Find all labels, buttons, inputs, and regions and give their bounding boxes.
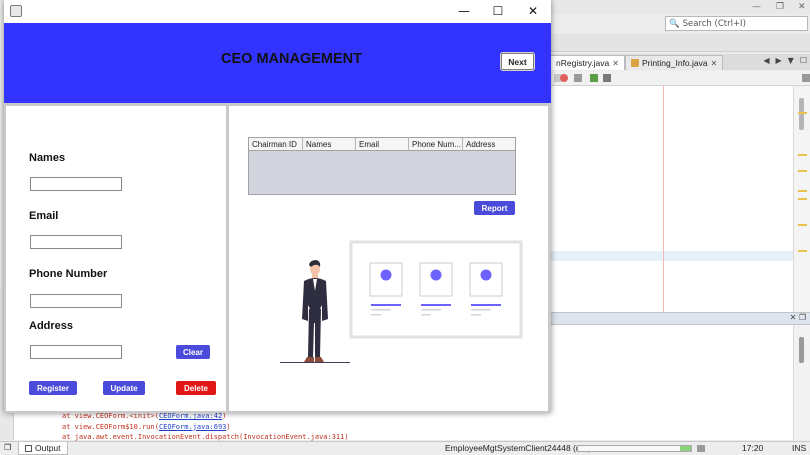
ide-search-field[interactable]: 🔍 Search (Ctrl+I) — [665, 16, 808, 31]
scroll-marker[interactable] — [798, 250, 807, 252]
names-input[interactable] — [30, 177, 122, 191]
scroll-marker[interactable] — [798, 190, 807, 192]
close-output-icon[interactable]: ✕ — [790, 313, 797, 322]
email-input[interactable] — [30, 235, 122, 249]
address-label: Address — [29, 320, 74, 332]
names-label: Names — [29, 152, 66, 164]
close-icon[interactable]: ✕ — [523, 3, 543, 19]
window-title-bar: — ☐ ✕ — [4, 0, 551, 23]
stop-run-icon[interactable] — [697, 445, 705, 452]
status-bar: ❐ Output EmployeeMgtSystemClient24448 (r… — [0, 441, 810, 455]
java-file-icon — [630, 59, 639, 67]
search-icon: 🔍 — [669, 18, 680, 29]
tab-navigation: ◀ ▶ ▼ ☐ — [763, 56, 807, 65]
ide-menu-strip — [550, 34, 810, 52]
content-area: Names Email Phone Number Address Clear R… — [4, 103, 551, 413]
output-panel-controls: ✕ ❐ — [790, 313, 806, 322]
column-header-chairman-id[interactable]: Chairman ID — [249, 138, 303, 151]
maximize-icon[interactable]: ☐ — [488, 3, 508, 19]
scroll-marker[interactable] — [798, 198, 807, 200]
presentation-illustration — [280, 240, 523, 363]
clear-button[interactable]: Clear — [176, 345, 210, 359]
page-title: CEO MANAGEMENT — [221, 51, 362, 67]
output-scrollbar[interactable] — [793, 325, 810, 440]
close-tab-icon[interactable]: ✕ — [612, 59, 619, 68]
address-input[interactable] — [30, 345, 122, 359]
report-button[interactable]: Report — [474, 201, 515, 215]
toolbar-square-icon[interactable] — [574, 74, 582, 82]
ide-close-icon[interactable]: ✕ — [798, 2, 806, 12]
scroll-marker[interactable] — [798, 154, 807, 156]
editor-scrollbar[interactable] — [793, 86, 810, 312]
column-header-address[interactable]: Address — [463, 138, 515, 151]
tab-maximize-icon[interactable]: ☐ — [800, 56, 807, 65]
java-app-icon — [10, 5, 22, 17]
tab-label: Printing_Info.java — [641, 58, 708, 68]
email-label: Email — [29, 210, 59, 222]
delete-button[interactable]: Delete — [176, 381, 216, 395]
toolbar-chart-icon[interactable] — [603, 74, 611, 82]
ide-search-placeholder: Search (Ctrl+I) — [682, 18, 746, 29]
restore-output-icon[interactable]: ❐ — [799, 313, 806, 322]
output-tab[interactable]: Output — [18, 442, 68, 455]
tab-printing-info[interactable]: Printing_Info.java ✕ — [624, 55, 724, 70]
phone-number-input[interactable] — [30, 294, 122, 308]
ceo-table[interactable]: Chairman ID Names Email Phone Num... Add… — [248, 137, 516, 195]
form-panel: Names Email Phone Number Address Clear R… — [6, 106, 226, 411]
tab-left-arrow-icon[interactable]: ◀ — [763, 56, 769, 65]
run-status[interactable]: EmployeeMgtSystemClient24448 (run) — [445, 443, 591, 453]
businessman-figure — [280, 260, 350, 363]
scroll-marker[interactable] — [798, 112, 807, 114]
ide-editor-toolbar — [550, 71, 810, 86]
column-header-phone-number[interactable]: Phone Num... — [409, 138, 463, 151]
output-scroll-thumb[interactable] — [799, 337, 804, 363]
output-line: at view.CEOForm$10.run(CEOForm.java:693) — [62, 422, 231, 431]
update-button[interactable]: Update — [103, 381, 145, 395]
editor-scroll-thumb[interactable] — [799, 98, 804, 130]
scroll-marker[interactable] — [798, 224, 807, 226]
next-button[interactable]: Next — [501, 53, 534, 70]
phone-number-label: Phone Number — [29, 268, 108, 280]
status-restore-icon[interactable]: ❐ — [4, 443, 11, 452]
tab-list-icon[interactable]: ▼ — [788, 56, 794, 65]
register-button[interactable]: Register — [29, 381, 77, 395]
table-header: Chairman ID Names Email Phone Num... Add… — [249, 138, 515, 151]
header-banner: CEO MANAGEMENT Next — [4, 23, 551, 103]
ide-title-bar: — ❐ ✕ — [550, 0, 810, 14]
scroll-marker[interactable] — [798, 170, 807, 172]
output-window-icon — [25, 444, 32, 452]
ide-minimize-icon[interactable]: — — [752, 2, 761, 12]
status-time: 17:20 — [742, 443, 764, 453]
run-progress-fill — [679, 446, 691, 451]
current-line-highlight — [550, 251, 793, 261]
code-editor[interactable] — [550, 86, 793, 312]
column-header-email[interactable]: Email — [356, 138, 409, 151]
ide-restore-icon[interactable]: ❐ — [776, 2, 784, 12]
stop-icon[interactable] — [560, 74, 568, 82]
toolbar-add-icon[interactable] — [802, 74, 810, 82]
insert-mode: INS — [792, 443, 807, 453]
close-tab-icon[interactable]: ✕ — [711, 59, 718, 68]
ceo-management-window: — ☐ ✕ CEO MANAGEMENT Next Names Email Ph… — [4, 0, 551, 413]
editor-margin-line — [663, 86, 664, 312]
stack-trace-link[interactable]: CEOForm.java:693 — [159, 423, 226, 431]
records-panel: Chairman ID Names Email Phone Num... Add… — [229, 106, 548, 411]
minimize-icon[interactable]: — — [454, 3, 474, 19]
column-header-names[interactable]: Names — [303, 138, 356, 151]
stack-trace-link[interactable]: CEOForm.java:42 — [159, 412, 222, 420]
toolbar-green-icon[interactable] — [590, 74, 598, 82]
output-text: at view.CEOForm.<init>(CEOForm.java:42) … — [62, 411, 349, 443]
run-progress-bar — [577, 445, 692, 452]
output-panel-header — [550, 312, 810, 325]
tab-right-arrow-icon[interactable]: ▶ — [776, 56, 782, 65]
